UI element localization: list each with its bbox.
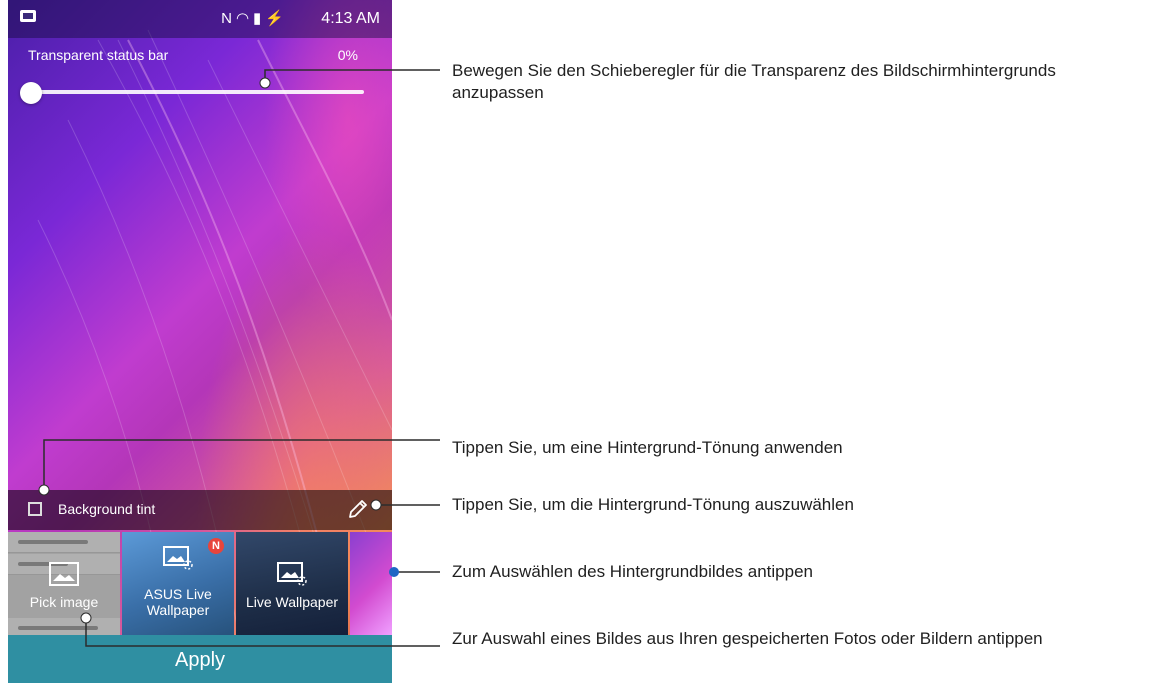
background-tint-label: Background tint: [58, 501, 156, 517]
image-icon: [49, 562, 79, 586]
pick-image-label: Pick image: [29, 594, 99, 610]
callout-wallpaper-text: Zum Auswählen des Hintergrundbildes anti…: [452, 562, 814, 581]
wallpaper-thumbnails: Pick image N ASUS Live Wallpaper Live Wa…: [8, 532, 392, 635]
transparency-slider-thumb[interactable]: [20, 82, 42, 104]
callout-apply-tint-text: Tippen Sie, um eine Hintergrund-Tönung a…: [452, 438, 843, 457]
notification-icon: [20, 10, 36, 22]
status-icons: N◠▮⚡: [221, 9, 288, 27]
pencil-icon[interactable]: [346, 497, 370, 521]
apply-button[interactable]: Apply: [8, 635, 392, 683]
background-tint-bar: Background tint: [8, 490, 392, 530]
status-bar: N◠▮⚡ 4:13 AM: [8, 0, 392, 38]
nfc-icon: N: [221, 10, 236, 27]
phone-screen: N◠▮⚡ 4:13 AM Transparent status bar 0% B…: [8, 0, 392, 683]
live-wallpaper-label: Live Wallpaper: [245, 594, 339, 610]
transparency-slider-track[interactable]: [32, 90, 364, 94]
new-badge: N: [208, 538, 224, 554]
live-wallpaper-icon: [163, 546, 193, 570]
battery-charging-icon: ⚡: [265, 10, 288, 27]
callout-slider-text: Bewegen Sie den Schieberegler für die Tr…: [452, 61, 1056, 102]
sd-card-icon: ▮: [253, 10, 266, 27]
live-wallpaper-thumbnail[interactable]: Live Wallpaper: [236, 532, 348, 635]
transparency-slider-value: 0%: [337, 47, 358, 63]
live-wallpaper-icon: [277, 562, 307, 586]
callout-pick-image-text: Zur Auswahl eines Bildes aus Ihren gespe…: [452, 629, 1043, 648]
wallpaper-thumbnail[interactable]: [350, 532, 392, 635]
asus-live-wallpaper-thumbnail[interactable]: N ASUS Live Wallpaper: [122, 532, 234, 635]
asus-live-wallpaper-label: ASUS Live Wallpaper: [144, 586, 212, 618]
wifi-icon: ◠: [235, 10, 254, 27]
background-tint-checkbox[interactable]: [28, 502, 42, 516]
callout-select-tint-text: Tippen Sie, um die Hintergrund-Tönung au…: [452, 495, 854, 514]
transparency-slider-label: Transparent status bar: [28, 47, 169, 63]
status-time: 4:13 AM: [321, 10, 380, 27]
pick-image-thumbnail[interactable]: Pick image: [8, 532, 120, 635]
